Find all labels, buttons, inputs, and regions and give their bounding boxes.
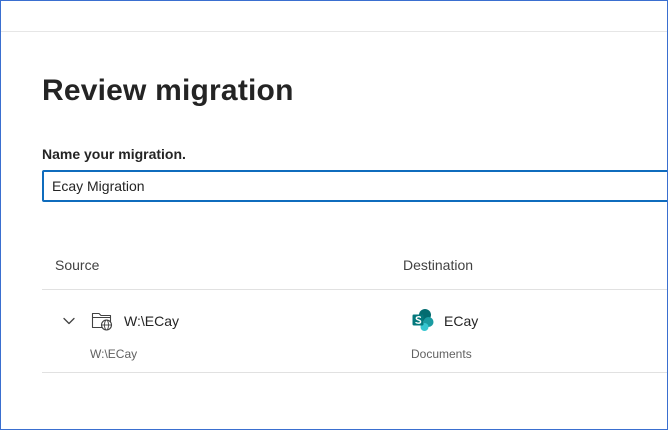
migration-table: Source Destination W:\ECay W:\ECay ECay … [42,247,667,373]
migration-name-input[interactable] [42,170,667,202]
destination-library: Documents [411,347,472,361]
sharepoint-icon [412,309,434,331]
table-row[interactable]: W:\ECay W:\ECay ECay Documents [42,290,667,373]
source-path: W:\ECay [90,347,138,361]
source-name: W:\ECay [124,313,179,329]
migration-name-label: Name your migration. [42,146,186,162]
column-header-destination[interactable]: Destination [403,256,473,274]
migration-review-panel: Review migration Name your migration. So… [0,0,668,430]
top-divider [1,31,667,32]
chevron-down-icon[interactable] [60,312,78,330]
column-header-source[interactable]: Source [55,256,99,274]
network-folder-icon [91,312,113,331]
page-title: Review migration [42,74,294,107]
destination-name: ECay [444,313,479,329]
table-header: Source Destination [42,247,667,290]
